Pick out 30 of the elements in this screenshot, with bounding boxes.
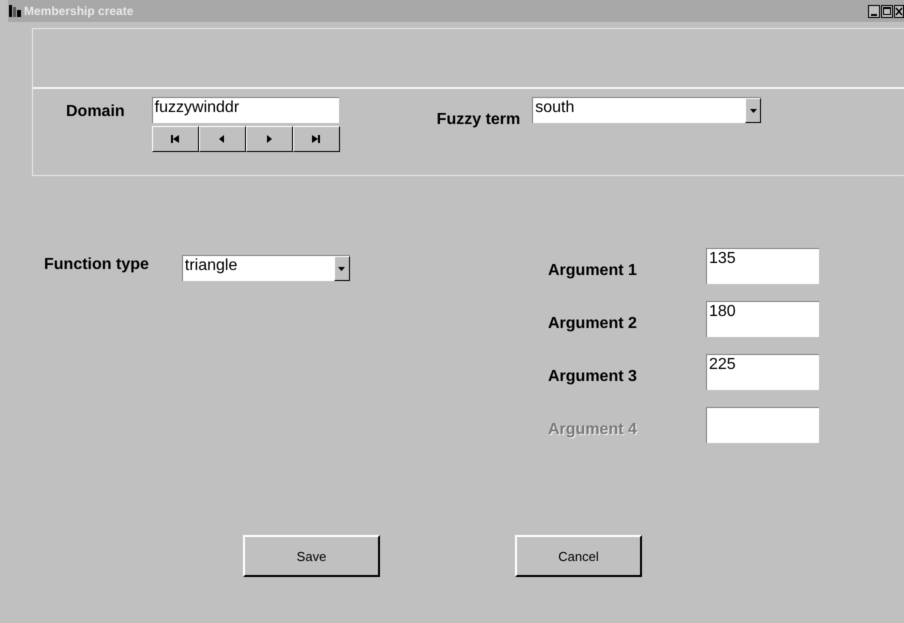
prev-record-button[interactable]: [198, 126, 246, 152]
last-record-button[interactable]: [292, 126, 340, 152]
argument-field[interactable]: [706, 407, 819, 443]
argument-field[interactable]: 225: [706, 354, 819, 390]
domain-field[interactable]: fuzzywinddr: [152, 97, 339, 123]
first-record-button[interactable]: [152, 126, 199, 152]
right-triangle-icon: [311, 135, 322, 143]
argument-label: Argument 3: [548, 367, 638, 386]
close-icon[interactable]: [894, 4, 904, 18]
function-type-dropdown[interactable]: triangle: [182, 255, 350, 281]
window-title: Membership create: [24, 4, 134, 18]
dropdown-arrow-icon: [338, 266, 346, 270]
minimize-icon[interactable]: [868, 4, 880, 18]
app-icon: [8, 4, 22, 18]
argument-label: Argument 2: [548, 314, 638, 333]
left-triangle-icon: [170, 135, 180, 143]
save-button[interactable]: Save: [243, 535, 380, 577]
cancel-button[interactable]: Cancel: [515, 535, 642, 577]
domain-label: Domain: [66, 102, 125, 122]
function-type-label: Function type: [44, 255, 149, 274]
fuzzy-term-label: Fuzzy term: [436, 110, 520, 130]
dropdown-arrow-icon: [750, 108, 757, 112]
argument-field[interactable]: 135: [706, 248, 819, 284]
right-triangle-icon: [264, 135, 274, 143]
argument-field[interactable]: 180: [706, 301, 819, 337]
next-record-button[interactable]: [246, 126, 293, 152]
argument-label: Argument 1: [548, 261, 638, 280]
fuzzy-term-dropdown[interactable]: south: [532, 97, 762, 123]
maximize-icon[interactable]: [881, 4, 893, 18]
argument-label: Argument 4: [548, 420, 638, 439]
